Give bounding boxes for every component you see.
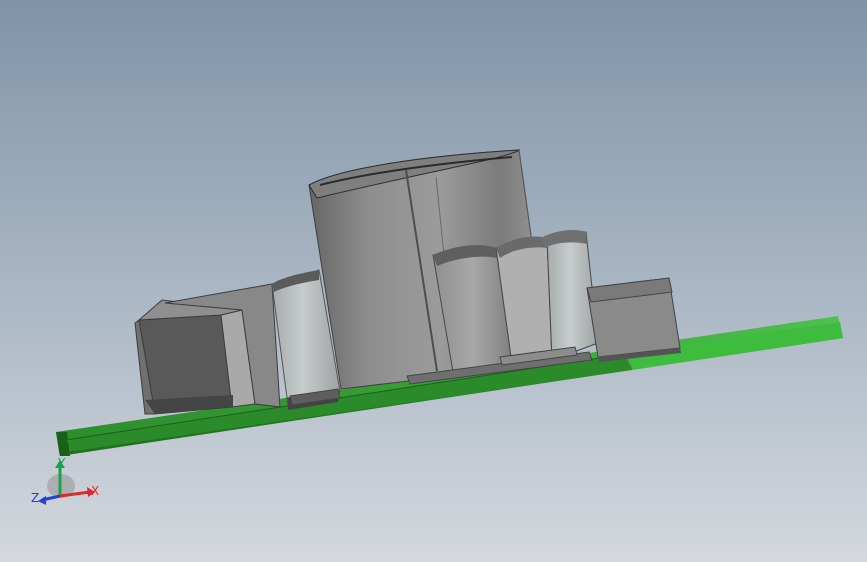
pcb-assembly-view[interactable] (0, 0, 867, 562)
smd-component-right[interactable] (586, 277, 681, 362)
x-axis-label: X (91, 484, 100, 498)
y-axis-label: Y (58, 456, 66, 470)
z-axis-label: Z (31, 491, 40, 505)
cad-viewport[interactable]: X Y Z (0, 0, 867, 562)
coordinate-triad: X Y Z (28, 456, 110, 510)
smd-component-left[interactable] (134, 283, 281, 415)
